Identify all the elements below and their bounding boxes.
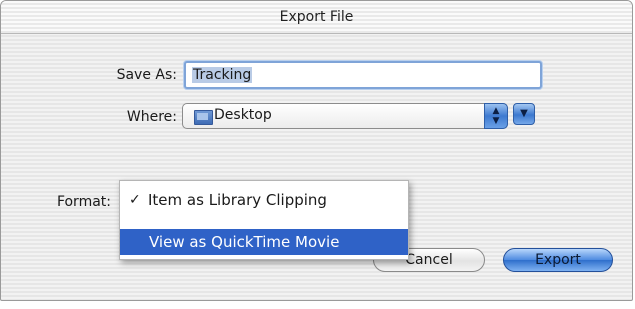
window-title: Export File [279, 9, 354, 25]
format-label: Format: [56, 194, 111, 210]
export-file-dialog: Export File Save As: Tracking Where: Des… [0, 0, 633, 301]
chevron-down-icon: ▼ [520, 108, 528, 119]
export-button[interactable]: Export [503, 248, 613, 272]
popup-stepper-arrows[interactable]: ▲ ▼ [484, 103, 508, 129]
where-popup-button[interactable]: Desktop ▲ ▼ [182, 103, 508, 129]
format-dropdown-menu: ✓ Item as Library Clipping View as Quick… [119, 180, 409, 260]
folder-icon [194, 110, 213, 125]
menu-item-label: Item as Library Clipping [148, 191, 327, 209]
where-value: Desktop [214, 107, 272, 123]
menu-item-quicktime-movie[interactable]: View as QuickTime Movie [120, 229, 408, 255]
where-label: Where: [126, 109, 177, 125]
title-bar[interactable]: Export File [1, 1, 632, 34]
up-down-arrows-icon: ▲ ▼ [492, 106, 500, 126]
menu-item-library-clipping[interactable]: ✓ Item as Library Clipping [120, 187, 408, 213]
menu-item-label: View as QuickTime Movie [149, 233, 340, 251]
expand-dialog-button[interactable]: ▼ [513, 103, 535, 125]
save-as-input[interactable]: Tracking [184, 61, 542, 89]
save-as-value: Tracking [192, 67, 253, 83]
checkmark-icon: ✓ [129, 192, 141, 208]
save-as-label: Save As: [116, 67, 177, 83]
